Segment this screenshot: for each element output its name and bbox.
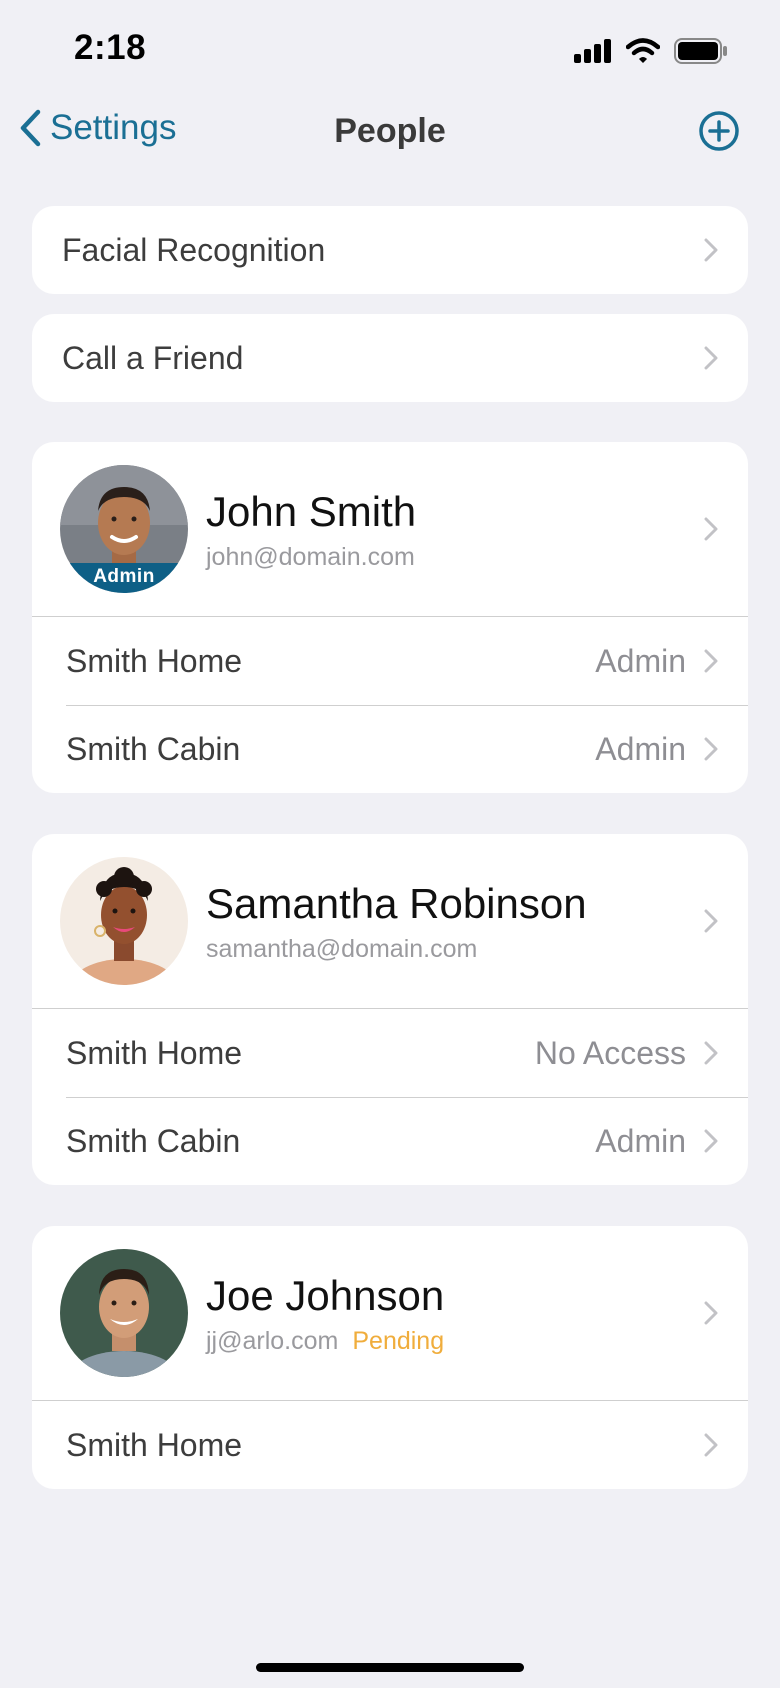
person-card: Samantha Robinson samantha@domain.com Sm… bbox=[32, 834, 748, 1185]
person-header[interactable]: Samantha Robinson samantha@domain.com bbox=[32, 834, 748, 1009]
person-name: John Smith bbox=[206, 487, 417, 535]
page-title: People bbox=[334, 112, 446, 150]
person-card: Joe Johnson jj@arlo.com Pending Smith Hom… bbox=[32, 1226, 748, 1489]
location-row[interactable]: Smith Cabin Admin bbox=[32, 1097, 748, 1185]
location-name: Smith Home bbox=[66, 642, 243, 679]
avatar bbox=[60, 857, 188, 985]
location-name: Smith Cabin bbox=[66, 1122, 241, 1159]
chevron-right-icon bbox=[704, 1433, 718, 1457]
add-person-button[interactable] bbox=[698, 110, 740, 157]
location-row[interactable]: Smith Cabin Admin bbox=[32, 705, 748, 793]
person-email: jj@arlo.com Pending bbox=[206, 1326, 445, 1355]
person-card: Admin John Smith john@domain.com Smith H… bbox=[32, 442, 748, 793]
person-name: Samantha Robinson bbox=[206, 879, 587, 927]
battery-icon bbox=[674, 38, 727, 64]
chevron-right-icon bbox=[704, 737, 718, 761]
signal-icon bbox=[574, 39, 611, 63]
location-name: Smith Home bbox=[66, 1034, 243, 1071]
chevron-right-icon bbox=[704, 1129, 718, 1153]
person-email: john@domain.com bbox=[206, 542, 415, 571]
location-name: Smith Home bbox=[66, 1426, 243, 1463]
location-row[interactable]: Smith Home bbox=[32, 1401, 748, 1489]
person-header[interactable]: Admin John Smith john@domain.com bbox=[32, 442, 748, 617]
chevron-right-icon bbox=[704, 1041, 718, 1065]
row-divider bbox=[66, 705, 748, 706]
status-time: 2:18 bbox=[74, 28, 147, 67]
call-a-friend-label: Call a Friend bbox=[62, 339, 244, 376]
person-email: samantha@domain.com bbox=[206, 934, 478, 963]
location-name: Smith Cabin bbox=[66, 730, 241, 767]
pending-status: Pending bbox=[352, 1326, 445, 1355]
home-indicator bbox=[256, 1663, 524, 1672]
avatar: Admin bbox=[60, 465, 188, 593]
chevron-right-icon bbox=[704, 238, 718, 262]
avatar bbox=[60, 1249, 188, 1377]
person-name: Joe Johnson bbox=[206, 1271, 445, 1319]
admin-badge: Admin bbox=[60, 563, 188, 593]
status-icons bbox=[574, 38, 728, 64]
location-role: Admin bbox=[595, 1122, 686, 1159]
location-row[interactable]: Smith Home Admin bbox=[32, 617, 748, 705]
facial-recognition-label: Facial Recognition bbox=[62, 231, 326, 268]
call-a-friend-row[interactable]: Call a Friend bbox=[32, 314, 748, 402]
chevron-right-icon bbox=[704, 649, 718, 673]
chevron-right-icon bbox=[704, 346, 718, 370]
facial-recognition-row[interactable]: Facial Recognition bbox=[32, 206, 748, 294]
row-divider bbox=[66, 1097, 748, 1098]
chevron-right-icon bbox=[704, 1301, 718, 1325]
chevron-right-icon bbox=[704, 909, 718, 933]
location-role: No Access bbox=[534, 1034, 686, 1071]
person-header[interactable]: Joe Johnson jj@arlo.com Pending bbox=[32, 1226, 748, 1401]
facial-recognition-card: Facial Recognition bbox=[32, 206, 748, 294]
chevron-right-icon bbox=[704, 517, 718, 541]
wifi-icon bbox=[626, 38, 660, 63]
plus-circle-icon bbox=[699, 111, 739, 151]
call-a-friend-card: Call a Friend bbox=[32, 314, 748, 402]
location-role: Admin bbox=[595, 730, 686, 767]
location-role: Admin bbox=[595, 642, 686, 679]
location-row[interactable]: Smith Home No Access bbox=[32, 1009, 748, 1097]
